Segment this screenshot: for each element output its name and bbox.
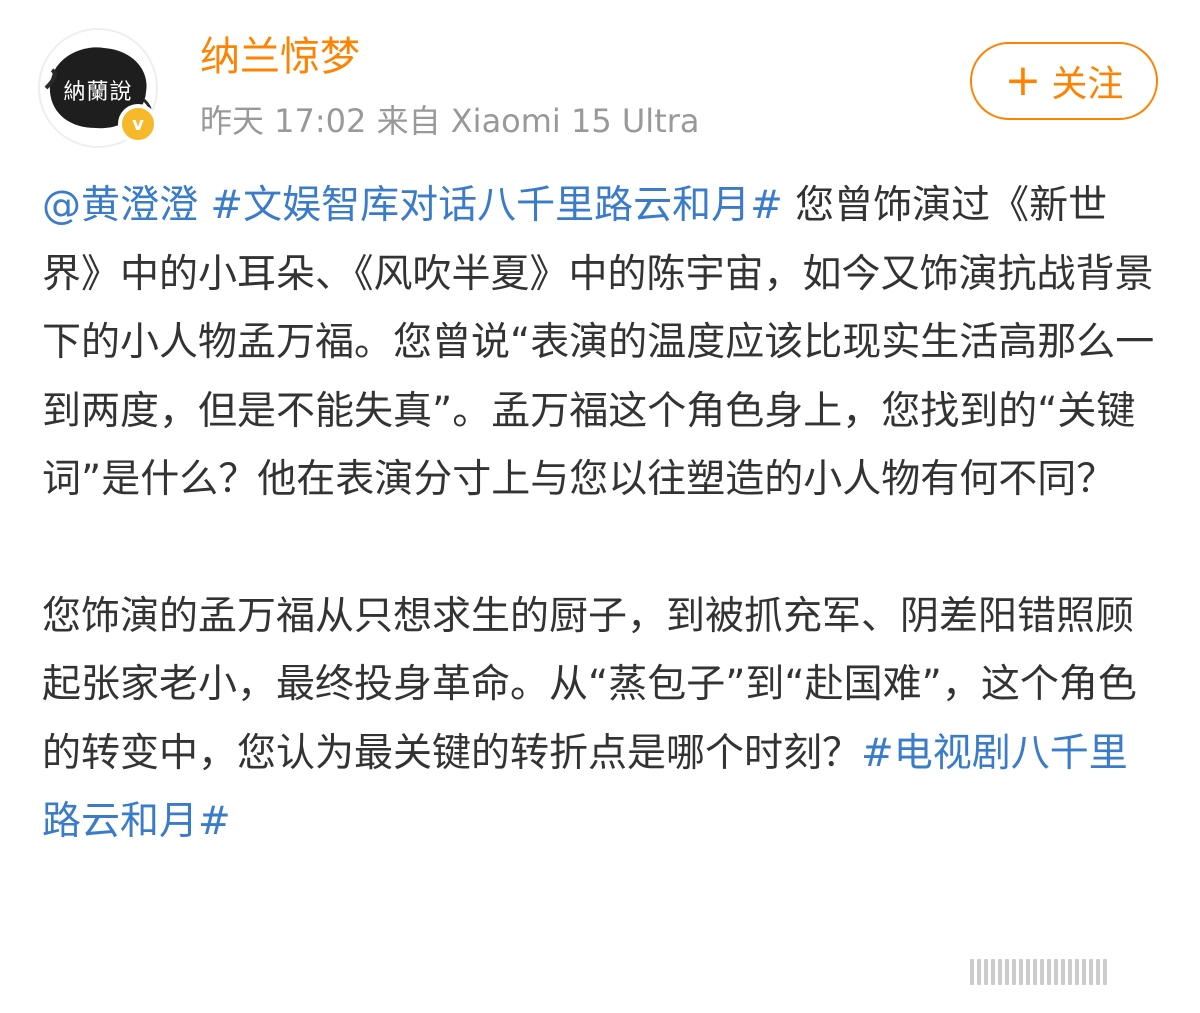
avatar-logo-text: 納蘭說 bbox=[63, 80, 133, 105]
avatar[interactable]: 納蘭說 v bbox=[38, 28, 162, 152]
post-time: 昨天 17:02 bbox=[200, 102, 367, 140]
verified-badge-icon: v bbox=[118, 104, 158, 144]
post-paragraph-2: 您饰演的孟万福从只想求生的厨子，到被抓充军、阴差阳错照顾起张家老小，最终投身革命… bbox=[42, 583, 1158, 857]
hashtag-link[interactable]: #文娱智库对话八千里路云和月# bbox=[210, 183, 782, 228]
post-paragraph-1: @黄澄澄 #文娱智库对话八千里路云和月# 您曾饰演过《新世界》中的小耳朵、《风吹… bbox=[42, 172, 1158, 515]
author-name[interactable]: 纳兰惊梦 bbox=[200, 24, 360, 82]
paragraph-text: 您曾饰演过《新世界》中的小耳朵、《风吹半夏》中的陈宇宙，如今又饰演抗战背景下的小… bbox=[42, 183, 1155, 502]
post-header: 納蘭說 v 纳兰惊梦 昨天 17:02 来自 Xiaomi 15 Ultra +… bbox=[0, 0, 1200, 150]
mention-link[interactable]: @黄澄澄 bbox=[42, 183, 198, 228]
follow-label: 关注 bbox=[1051, 64, 1124, 105]
follow-button[interactable]: + 关注 bbox=[970, 42, 1158, 120]
watermark-icon bbox=[970, 948, 1190, 996]
plus-icon: + bbox=[1004, 55, 1042, 106]
post-source: 来自 Xiaomi 15 Ultra bbox=[376, 102, 700, 140]
post-body: @黄澄澄 #文娱智库对话八千里路云和月# 您曾饰演过《新世界》中的小耳朵、《风吹… bbox=[42, 172, 1158, 857]
post-meta: 昨天 17:02 来自 Xiaomi 15 Ultra bbox=[200, 96, 700, 142]
